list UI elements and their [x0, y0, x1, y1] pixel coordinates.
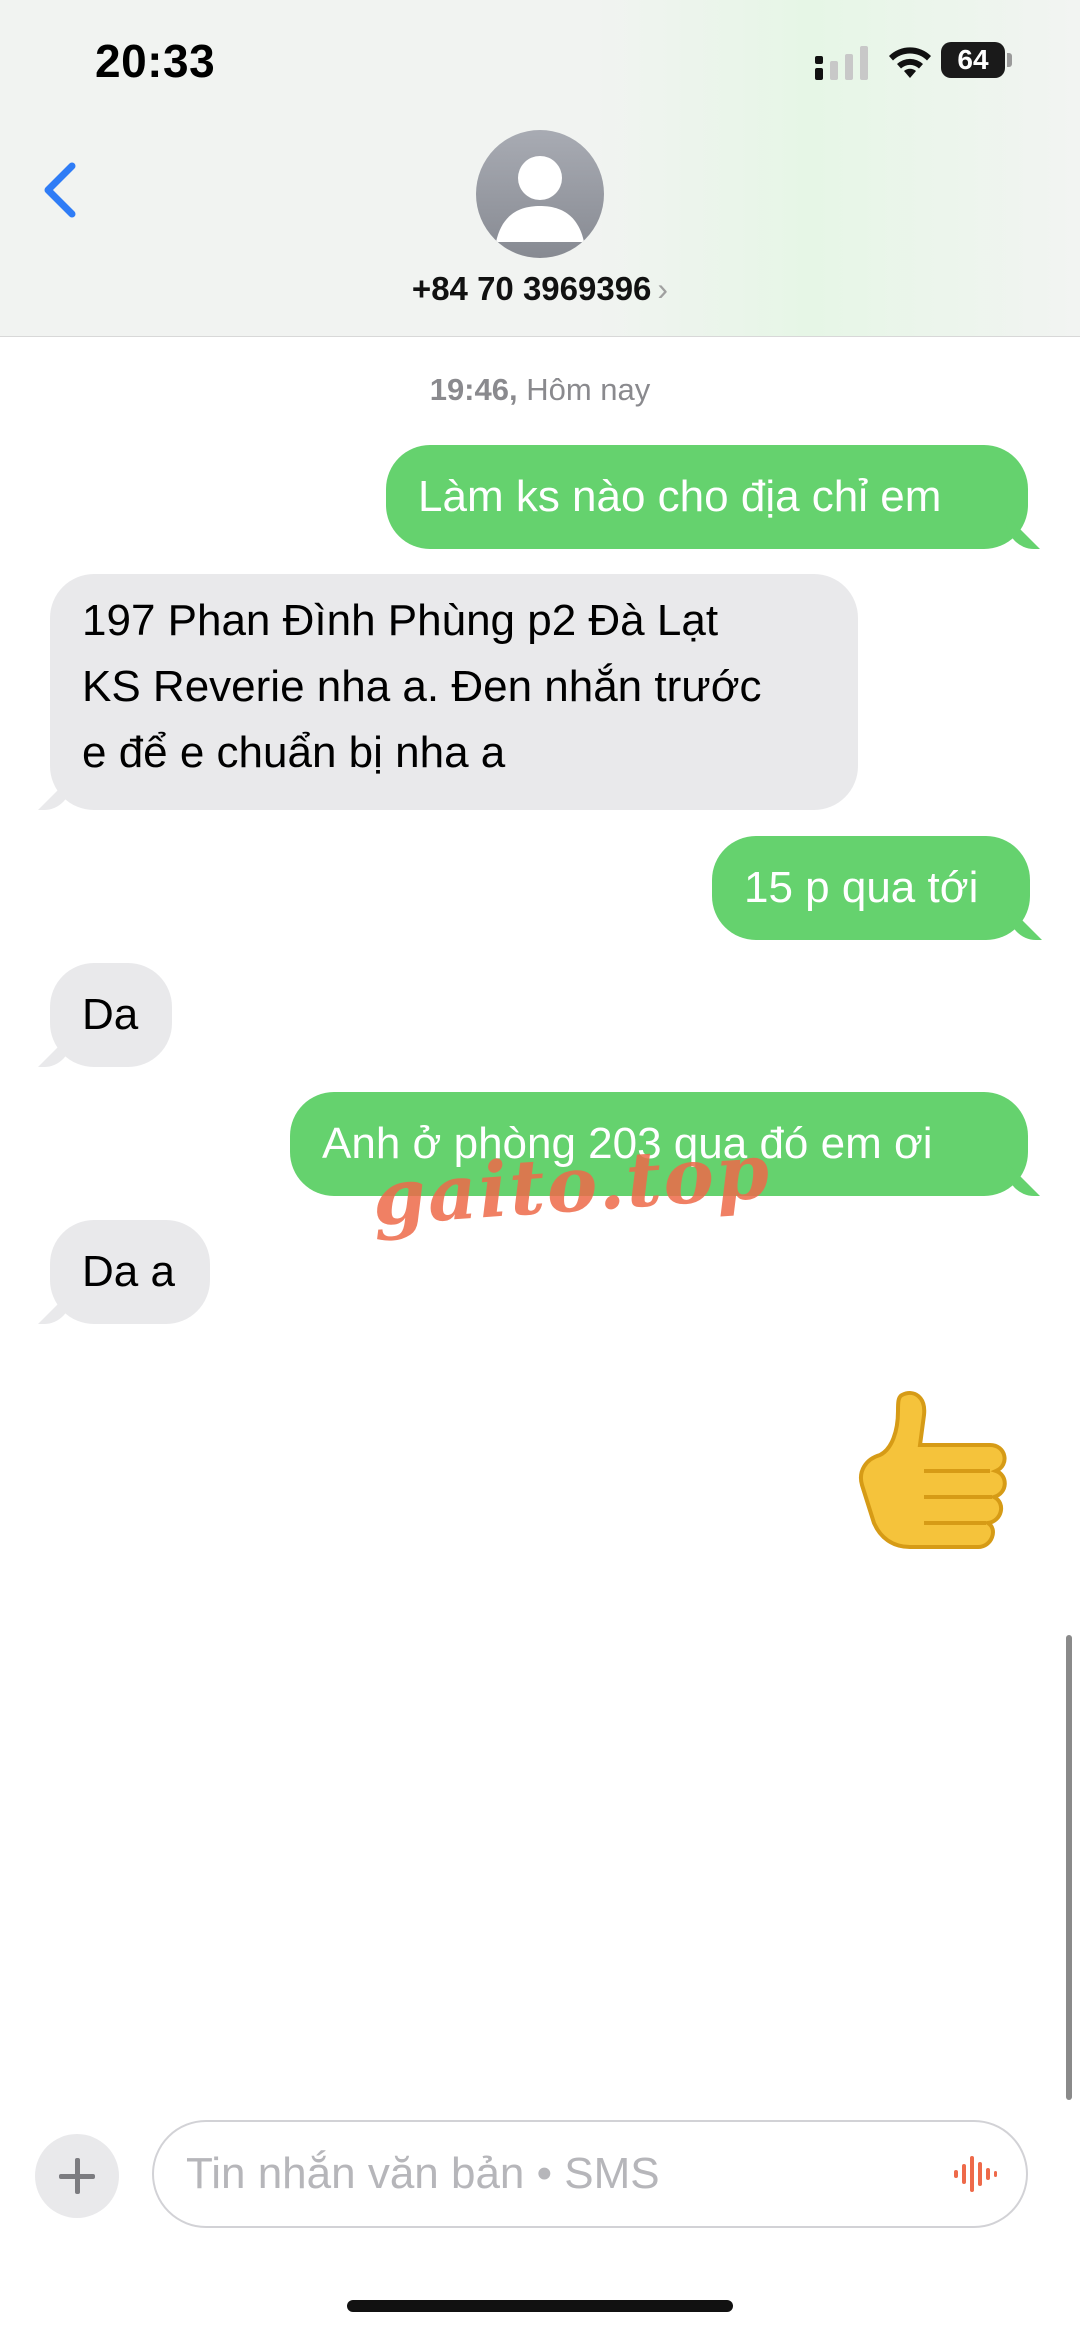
message-bubble-incoming[interactable]: Da — [50, 963, 172, 1067]
timestamp-time: 19:46, — [429, 372, 518, 407]
status-time: 20:33 — [95, 35, 216, 87]
add-attachment-button[interactable] — [35, 2134, 119, 2218]
message-timestamp: 19:46, Hôm nay — [0, 372, 1080, 408]
message-bubble-outgoing[interactable]: 15 p qua tới — [712, 836, 1030, 940]
contact-number: +84 70 3969396 — [411, 270, 652, 307]
input-placeholder: Tin nhắn văn bản • SMS — [186, 2149, 660, 2198]
cellular-signal-icon — [815, 46, 868, 80]
thumbs-up-emoji-icon[interactable] — [840, 1375, 1030, 1565]
back-chevron-icon[interactable] — [38, 160, 82, 220]
conversation-header: 20:33 64 +84 70 3969396 › — [0, 0, 1080, 337]
chevron-right-icon: › — [657, 271, 669, 307]
home-indicator[interactable] — [347, 2300, 733, 2312]
status-icons: 64 — [815, 40, 1015, 84]
message-bubble-outgoing[interactable]: Làm ks nào cho địa chỉ em — [386, 445, 1028, 549]
message-bubble-incoming[interactable]: Da a — [50, 1220, 210, 1324]
contact-avatar[interactable] — [476, 130, 604, 258]
message-input[interactable]: Tin nhắn văn bản • SMS — [152, 2120, 1028, 2228]
scrollbar[interactable] — [1066, 1635, 1072, 2100]
timestamp-day: Hôm nay — [517, 372, 651, 407]
wifi-icon — [889, 47, 931, 78]
person-silhouette-icon — [496, 156, 584, 242]
battery-level: 64 — [941, 42, 1005, 78]
voice-waveform-icon[interactable] — [952, 2152, 998, 2196]
contact-name[interactable]: +84 70 3969396 › — [0, 270, 1080, 308]
battery-icon: 64 — [941, 42, 1013, 80]
message-bubble-incoming[interactable]: 197 Phan Đình Phùng p2 Đà Lạt KS Reverie… — [50, 574, 858, 810]
